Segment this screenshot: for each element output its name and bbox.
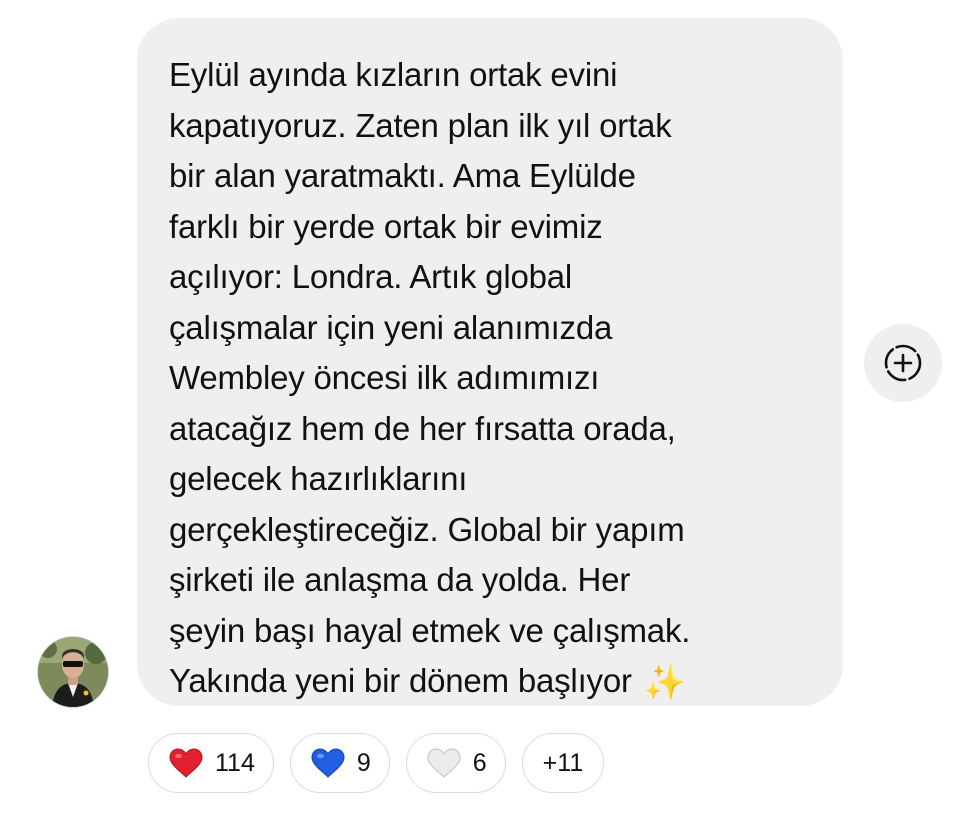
reaction-count: 9 bbox=[356, 748, 371, 777]
message-bubble[interactable]: Eylül ayında kızların ortak evini kapatı… bbox=[137, 18, 843, 706]
reaction-white-heart[interactable]: 6 bbox=[405, 733, 506, 793]
reaction-red-heart[interactable]: 114 bbox=[148, 733, 274, 793]
sparkles-icon: ✨ bbox=[643, 663, 686, 703]
avatar-photo bbox=[38, 637, 108, 707]
reaction-blue-heart[interactable]: 9 bbox=[289, 733, 390, 793]
reactions-bar: 114 9 6 +11 bbox=[148, 733, 605, 793]
red-heart-icon bbox=[169, 748, 203, 778]
more-reactions-button[interactable]: +11 bbox=[521, 733, 605, 793]
reaction-count: 6 bbox=[472, 748, 487, 777]
message-text: Eylül ayında kızların ortak evini kapatı… bbox=[169, 56, 691, 699]
sender-avatar[interactable] bbox=[38, 637, 108, 707]
add-reaction-icon bbox=[884, 344, 922, 382]
white-heart-icon bbox=[427, 748, 461, 778]
add-reaction-button[interactable] bbox=[864, 324, 942, 402]
reaction-count: 114 bbox=[215, 748, 255, 777]
blue-heart-icon bbox=[311, 748, 345, 778]
message-text-block: Eylül ayında kızların ortak evini kapatı… bbox=[169, 50, 813, 707]
more-reactions-count: +11 bbox=[542, 748, 584, 777]
